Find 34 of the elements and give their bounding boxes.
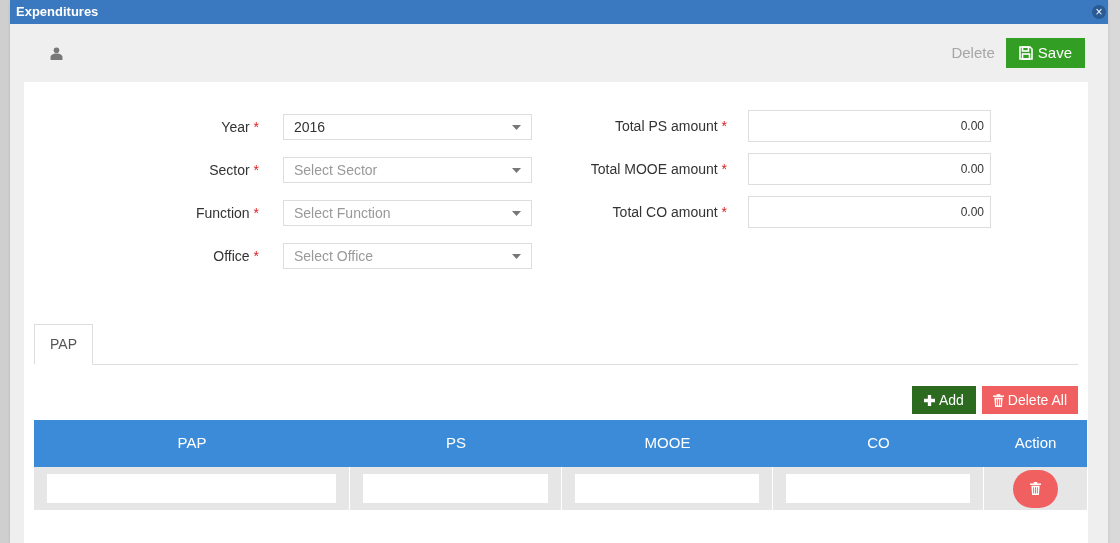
caret-icon bbox=[512, 124, 521, 130]
delete-row-button[interactable] bbox=[1013, 469, 1058, 508]
field-label: Total CO amount * bbox=[611, 202, 727, 222]
dropdown-field[interactable]: 2016 bbox=[283, 114, 532, 140]
table-input[interactable] bbox=[575, 474, 759, 503]
caret-icon bbox=[512, 210, 521, 216]
add-button[interactable]: Add bbox=[911, 386, 976, 414]
column-header: MOOE bbox=[643, 433, 692, 454]
amount-field[interactable]: 0.00 bbox=[748, 153, 991, 185]
user-icon bbox=[50, 46, 63, 60]
table-input[interactable] bbox=[786, 474, 970, 503]
field-label: Total MOOE amount * bbox=[589, 159, 727, 179]
column-header: CO bbox=[866, 433, 891, 454]
trash-icon bbox=[992, 393, 1004, 407]
field-label: Function * bbox=[194, 203, 260, 223]
field-label: Year * bbox=[220, 117, 260, 137]
field-label: Total PS amount * bbox=[613, 116, 727, 136]
trash-icon bbox=[1030, 482, 1041, 495]
close-button[interactable]: × bbox=[1092, 5, 1106, 19]
field-label: Sector * bbox=[208, 160, 260, 180]
plus-icon bbox=[923, 394, 935, 406]
window-title: Expenditures bbox=[16, 3, 99, 22]
caret-icon bbox=[512, 167, 521, 173]
column-header: Action bbox=[1013, 433, 1058, 454]
table-input[interactable] bbox=[47, 474, 336, 503]
column-header: PAP bbox=[176, 433, 208, 454]
amount-field[interactable]: 0.00 bbox=[748, 196, 991, 228]
save-button[interactable]: Save bbox=[1005, 38, 1085, 68]
field-label: Office * bbox=[212, 246, 260, 266]
table-input[interactable] bbox=[363, 474, 548, 503]
amount-field[interactable]: 0.00 bbox=[748, 110, 991, 142]
caret-icon bbox=[512, 253, 521, 259]
column-header: PS bbox=[445, 433, 467, 454]
tab[interactable]: PAP bbox=[34, 324, 93, 365]
